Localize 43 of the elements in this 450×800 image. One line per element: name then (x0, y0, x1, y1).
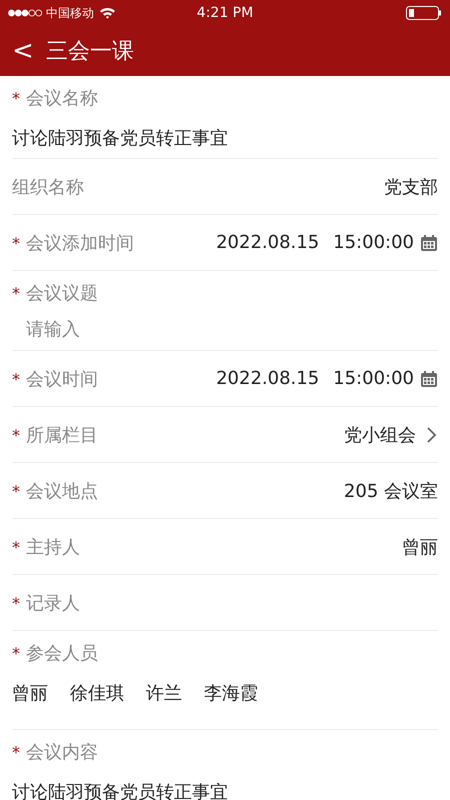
field-label: 会议添加时间 (26, 232, 134, 254)
field-label: 会议地点 (26, 480, 98, 502)
field-value: 讨论陆羽预备党员转正事宜 (12, 127, 229, 151)
attendee-name: 徐佳琪 (70, 682, 124, 705)
field-label: 主持人 (26, 536, 80, 558)
field-label: 参会人员 (26, 642, 98, 665)
field-label: 会议议题 (26, 282, 98, 305)
required-mark: * (12, 426, 21, 444)
attendee-name: 曾丽 (12, 682, 48, 705)
field-label: 组织名称 (12, 176, 84, 198)
battery-icon (406, 5, 442, 21)
field-label: 会议内容 (26, 741, 98, 764)
back-button[interactable]: < (12, 38, 34, 64)
attendee-name: 李海霞 (204, 682, 258, 705)
attendee-name: 许兰 (146, 682, 182, 705)
field-label: 所属栏目 (26, 424, 98, 446)
required-mark: * (12, 370, 21, 388)
date-picker[interactable]: 2022.08.15 15:00:00 (216, 368, 438, 389)
required-mark: * (12, 538, 21, 556)
field-label: 会议时间 (26, 368, 98, 390)
required-mark: * (12, 89, 21, 108)
calendar-icon (420, 234, 438, 252)
status-time: 4:21 PM (196, 5, 254, 21)
signal-icon (8, 9, 42, 17)
date-picker[interactable]: 2022.08.15 15:00:00 (216, 232, 438, 253)
carrier-name: 中国移动 (46, 4, 94, 22)
required-mark: * (12, 284, 21, 303)
calendar-icon (420, 370, 438, 388)
field-value: 205 会议室 (344, 480, 438, 502)
chevron-icon (426, 424, 438, 444)
required-mark: * (12, 594, 21, 612)
input-field[interactable]: 请输入 (12, 315, 340, 350)
required-mark: * (12, 644, 21, 663)
column-select[interactable]: 党小组会 (344, 422, 438, 446)
wifi-icon (99, 7, 116, 19)
field-label: 记录人 (26, 592, 80, 614)
required-mark: * (12, 234, 21, 252)
field-value: 曾丽 (402, 536, 438, 558)
required-mark: * (12, 743, 21, 762)
field-value: 党支部 (384, 176, 438, 198)
page-title: 三会一课 (46, 38, 134, 66)
field-label: 会议名称 (26, 87, 98, 110)
required-mark: * (12, 482, 21, 500)
